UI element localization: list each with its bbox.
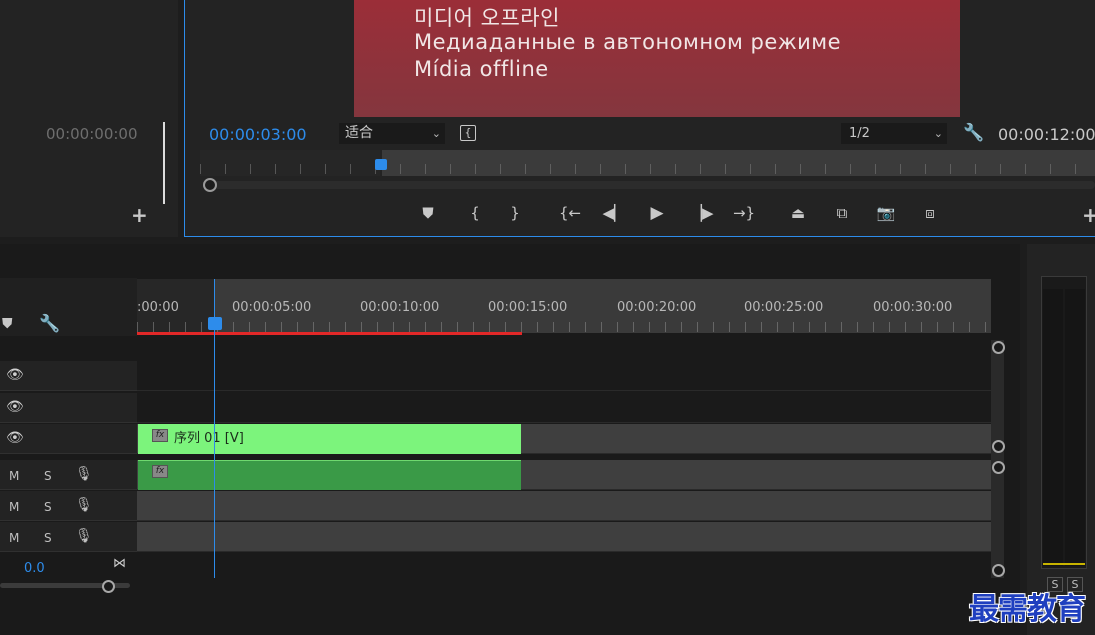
track-lane-a3[interactable] xyxy=(137,522,991,552)
solo-button[interactable]: S xyxy=(44,531,52,545)
scroll-handle[interactable] xyxy=(992,461,1005,474)
resolution-value: 1/2 xyxy=(849,126,870,141)
program-timecode[interactable]: 00:00:03:00 xyxy=(209,125,307,144)
track-lane-a2[interactable] xyxy=(137,491,991,521)
timeline-header xyxy=(0,278,137,336)
program-add-button[interactable]: + xyxy=(1082,203,1095,227)
program-duration: 00:00:12:00 xyxy=(998,125,1095,144)
fx-badge: fx xyxy=(152,429,168,442)
bow-tie-icon[interactable]: ⋈ xyxy=(113,556,126,571)
play-icon[interactable]: ▶ xyxy=(645,203,669,223)
watermark: 最需教育 xyxy=(969,592,1086,627)
eye-icon[interactable]: 👁 xyxy=(6,367,24,383)
fx-badge: fx xyxy=(152,465,168,478)
microphone-icon[interactable]: 🎙 xyxy=(75,528,93,544)
mute-button[interactable]: M xyxy=(9,469,19,483)
zoom-handle[interactable] xyxy=(203,178,217,192)
audio-clip[interactable] xyxy=(138,460,521,490)
chevron-down-icon: ⌄ xyxy=(431,127,441,140)
fit-value: 适合 xyxy=(345,125,373,141)
render-status-bar xyxy=(137,332,522,335)
source-timecode[interactable]: 00:00:00:00 xyxy=(46,125,138,143)
eye-icon[interactable]: 👁 xyxy=(6,430,24,446)
marker-icon[interactable]: ⛊ xyxy=(2,316,13,332)
fit-select[interactable]: 适合 ⌄ xyxy=(339,123,445,144)
ruler-ticks xyxy=(137,322,991,332)
in-point-icon[interactable]: { xyxy=(463,204,487,222)
mini-ruler-ticks xyxy=(200,164,1095,174)
ruler-label: :00:00 xyxy=(137,300,179,315)
ruler-label: 00:00:05:00 xyxy=(232,300,312,315)
camera-icon[interactable]: 📷 xyxy=(874,204,898,222)
track-header-a3 xyxy=(0,522,137,552)
mute-button[interactable]: M xyxy=(9,531,19,545)
source-divider xyxy=(163,122,165,204)
source-add-button[interactable]: + xyxy=(131,203,148,227)
step-forward-icon[interactable]: ▕▶ xyxy=(690,204,714,222)
safe-margin-icon[interactable]: { xyxy=(460,125,476,141)
track-header-a2 xyxy=(0,491,137,521)
meter-channel-left xyxy=(1043,289,1063,566)
extract-icon[interactable]: ⧉ xyxy=(830,204,854,222)
timeline-settings-wrench-icon[interactable]: 🔧 xyxy=(39,314,60,334)
solo-button[interactable]: S xyxy=(44,469,52,483)
zoom-scrollbar[interactable] xyxy=(204,181,1095,189)
eye-icon[interactable]: 👁 xyxy=(6,399,24,415)
meter-level-line xyxy=(1043,563,1085,565)
out-point-icon[interactable]: } xyxy=(503,204,527,222)
offline-text-portuguese: Mídia offline xyxy=(414,57,549,81)
ruler-label: 00:00:15:00 xyxy=(488,300,568,315)
chevron-down-icon: ⌄ xyxy=(933,127,943,140)
timeline-playhead[interactable] xyxy=(208,317,222,330)
ruler-label: 00:00:20:00 xyxy=(617,300,697,315)
video-clip-label: 序列 01 [V] xyxy=(174,431,244,446)
ruler-label: 00:00:10:00 xyxy=(360,300,440,315)
meter-channel-right xyxy=(1065,289,1085,566)
go-to-out-icon[interactable]: →} xyxy=(732,204,756,222)
step-back-icon[interactable]: ◀▏ xyxy=(602,204,626,222)
track-header-a1 xyxy=(0,460,137,490)
source-monitor-panel xyxy=(0,0,178,237)
scroll-handle[interactable] xyxy=(992,341,1005,354)
microphone-icon[interactable]: 🎙 xyxy=(75,466,93,482)
scroll-handle[interactable] xyxy=(992,564,1005,577)
master-volume-value[interactable]: 0.0 xyxy=(24,561,45,576)
go-to-in-icon[interactable]: {← xyxy=(558,204,582,222)
solo-button[interactable]: S xyxy=(44,500,52,514)
marker-icon[interactable]: ⛊ xyxy=(416,204,440,222)
horizontal-scroll-handle[interactable] xyxy=(102,580,115,593)
resolution-select[interactable]: 1/2 ⌄ xyxy=(841,123,947,144)
ruler-label: 00:00:25:00 xyxy=(744,300,824,315)
microphone-icon[interactable]: 🎙 xyxy=(75,497,93,513)
scroll-handle[interactable] xyxy=(992,440,1005,453)
compare-icon[interactable]: ⧈ xyxy=(918,204,942,222)
program-playhead[interactable] xyxy=(375,159,387,170)
timeline-vertical-scrollbar[interactable] xyxy=(991,340,1004,578)
offline-text-korean: 미디어 오프라인 xyxy=(414,6,560,30)
lift-icon[interactable]: ⏏ xyxy=(786,204,810,222)
ruler-label: 00:00:30:00 xyxy=(873,300,953,315)
track-lane-v2[interactable] xyxy=(137,393,991,423)
mute-button[interactable]: M xyxy=(9,500,19,514)
track-lane-v3[interactable] xyxy=(137,361,991,391)
offline-text-russian: Медиаданные в автономном режиме xyxy=(414,30,842,54)
settings-wrench-icon[interactable]: 🔧 xyxy=(963,123,984,143)
